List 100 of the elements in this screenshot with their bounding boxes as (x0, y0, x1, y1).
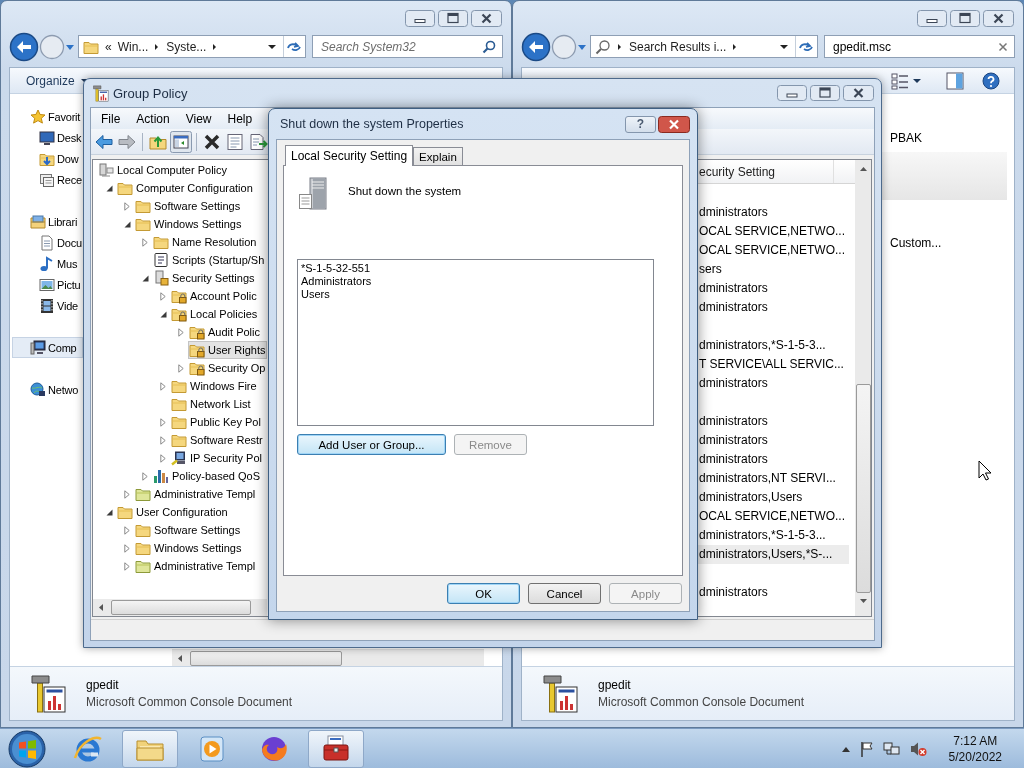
menu-item[interactable]: File (93, 111, 129, 126)
address-bar[interactable]: « Win... Syste... (78, 35, 306, 58)
show-hide-tree-button[interactable] (170, 130, 192, 153)
tree-item[interactable]: User Rights (188, 341, 268, 359)
search-field[interactable]: Search System32 (312, 35, 503, 58)
nav-item[interactable]: Rece (12, 169, 83, 190)
list-item[interactable]: dministrators (697, 583, 849, 602)
expand-arrow-icon[interactable] (178, 327, 184, 337)
minimize-button[interactable] (917, 10, 947, 27)
clock[interactable]: 7:12 AM 5/20/2022 (948, 733, 1002, 764)
list-item[interactable]: OCAL SERVICE,NETWO... (697, 222, 849, 241)
nav-item[interactable]: Vide (12, 295, 83, 316)
tree-item[interactable]: Security Settings (152, 269, 257, 287)
address-bar[interactable]: Search Results i... (590, 35, 818, 58)
tree-item[interactable]: Software Settings (134, 197, 243, 215)
flag-icon[interactable] (858, 740, 875, 757)
tab[interactable]: Local Security Setting (285, 145, 414, 166)
tree-item[interactable]: Local Policies (170, 305, 260, 323)
expand-arrow-icon[interactable] (142, 237, 148, 247)
expand-arrow-icon[interactable] (160, 291, 166, 301)
list-item[interactable]: OCAL SERVICE,NETWO... (697, 507, 849, 526)
chevron-icon[interactable] (212, 42, 219, 51)
tree-item[interactable]: Windows Settings (134, 539, 244, 557)
expand-arrow-icon[interactable] (160, 435, 166, 445)
menu-item[interactable]: Action (128, 111, 178, 126)
back-button[interactable] (521, 31, 551, 62)
expand-arrow-icon[interactable] (142, 471, 148, 481)
recent-pages-button[interactable] (65, 42, 75, 51)
maximize-button[interactable] (810, 85, 840, 101)
tree-item[interactable]: Scripts (Startup/Sh (152, 251, 267, 269)
expand-arrow-icon[interactable] (124, 525, 130, 535)
list-item[interactable]: dministrators (697, 298, 849, 317)
address-dropdown-button[interactable] (779, 42, 789, 51)
tree-item[interactable]: Public Key Pol (170, 413, 263, 431)
chevron-icon[interactable] (154, 42, 161, 51)
minimize-button[interactable] (405, 10, 435, 27)
list-item[interactable]: *S-1-5-32-551 (301, 262, 650, 275)
nav-item[interactable]: Dow (12, 148, 83, 169)
tree-item[interactable]: Local Computer Policy (97, 161, 230, 179)
list-item[interactable]: T SERVICE\ALL SERVIC... (697, 355, 849, 374)
chevron-icon[interactable] (617, 42, 623, 51)
collapse-arrow-icon[interactable] (141, 274, 149, 282)
breadcrumb-item[interactable]: Syste... (166, 39, 207, 54)
nav-item[interactable]: Desk (12, 127, 83, 148)
list-item[interactable]: Administrators (301, 275, 650, 288)
tree-item[interactable]: User Configuration (116, 503, 230, 521)
nav-item[interactable]: Comp (12, 337, 83, 358)
tree-item[interactable]: Account Polic (170, 287, 259, 305)
list-item[interactable]: dministrators (697, 374, 849, 393)
expand-arrow-icon[interactable] (160, 417, 166, 427)
ok-button[interactable]: OK (447, 583, 520, 604)
tab[interactable]: Explain (413, 147, 463, 165)
list-item[interactable]: dministrators,NT SERVI... (697, 469, 849, 488)
recent-pages-button[interactable] (577, 42, 587, 51)
preview-pane-button[interactable] (946, 71, 964, 90)
nav-item[interactable]: Netwo (12, 379, 83, 400)
list-item[interactable]: dministrators,*S-1-5-3... (697, 526, 849, 545)
expand-arrow-icon[interactable] (178, 363, 184, 373)
network-icon[interactable] (882, 740, 901, 757)
list-item[interactable]: dministrators,*S-1-5-3... (697, 336, 849, 355)
close-button[interactable] (471, 10, 502, 27)
list-item[interactable]: dministrators (697, 431, 849, 450)
speaker-muted-icon[interactable] (908, 740, 927, 757)
list-item[interactable]: sers (697, 260, 849, 279)
tree-item[interactable]: Administrative Templ (134, 557, 258, 575)
maximize-button[interactable] (950, 10, 980, 27)
list-item[interactable]: dministrators,Users (697, 488, 849, 507)
tree-item[interactable]: Administrative Templ (134, 485, 258, 503)
chevron-icon[interactable] (732, 42, 739, 51)
cancel-button[interactable]: Cancel (528, 583, 601, 604)
horizontal-scrollbar[interactable] (172, 649, 484, 666)
address-dropdown-button[interactable] (267, 42, 277, 51)
add-user-or-group-button[interactable]: Add User or Group... (297, 434, 446, 455)
list-item[interactable]: dministrators (697, 412, 849, 431)
menu-item[interactable]: View (177, 111, 220, 126)
close-button[interactable] (658, 115, 690, 133)
tree-item[interactable]: Network List (170, 395, 253, 413)
collapse-arrow-icon[interactable] (123, 220, 131, 228)
nav-item[interactable]: Librari (12, 211, 83, 232)
tree-item[interactable]: Windows Fire (170, 377, 259, 395)
collapse-arrow-icon[interactable] (159, 310, 167, 318)
tree-item[interactable]: Audit Polic (188, 323, 262, 341)
search-field[interactable]: gpedit.msc (824, 35, 1015, 58)
tree-item[interactable]: Windows Settings (134, 215, 244, 233)
list-item[interactable]: dministrators,Users,*S-... (697, 545, 849, 564)
clock-time[interactable]: 7:12 AM (953, 733, 998, 748)
expand-arrow-icon[interactable] (124, 489, 130, 499)
nav-item[interactable]: Mus (12, 253, 83, 274)
horizontal-scrollbar[interactable] (93, 599, 267, 616)
tree-item[interactable]: Name Resolution (152, 233, 259, 251)
close-button[interactable] (983, 10, 1014, 27)
nav-item[interactable]: Pictu (12, 274, 83, 295)
maximize-button[interactable] (438, 10, 468, 27)
expand-arrow-icon[interactable] (124, 201, 130, 211)
tree-item[interactable]: Security Op (188, 359, 268, 377)
nav-item[interactable]: Favorit (12, 106, 83, 127)
tree-item[interactable]: Software Restr (170, 431, 265, 449)
vertical-scrollbar[interactable] (855, 160, 871, 616)
close-button[interactable] (843, 85, 874, 101)
back-button[interactable] (9, 31, 39, 62)
